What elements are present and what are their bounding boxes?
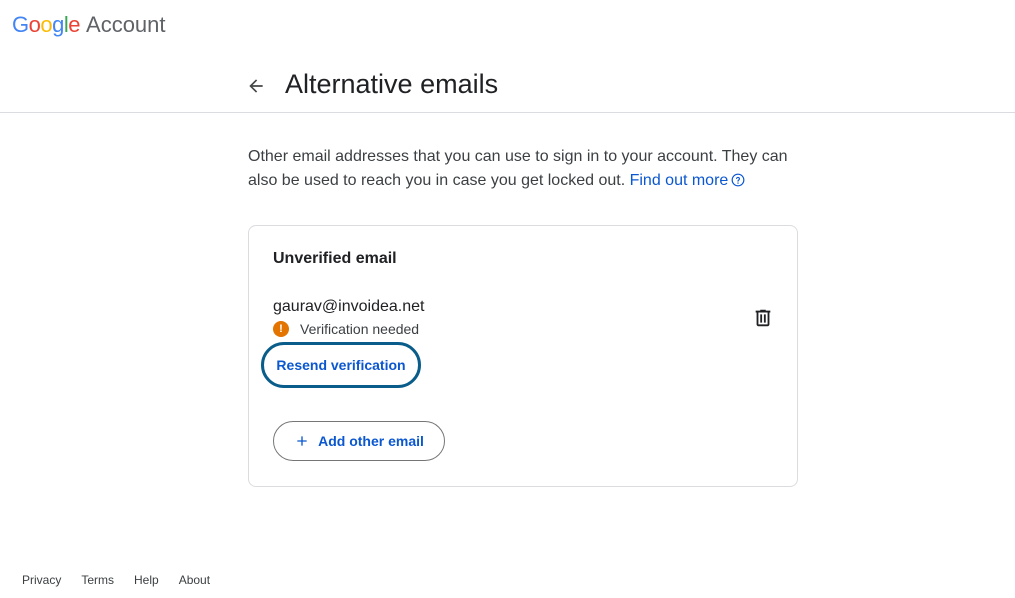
arrow-left-icon — [249, 79, 263, 93]
unverified-email-card: Unverified email gaurav@invoidea.net ! V… — [248, 225, 798, 487]
resend-verification-button[interactable]: Resend verification — [261, 342, 421, 388]
footer-link-privacy[interactable]: Privacy — [22, 573, 61, 587]
logo-letter: o — [40, 12, 53, 37]
footer-link-terms[interactable]: Terms — [81, 573, 114, 587]
email-address: gaurav@invoidea.net — [273, 298, 425, 315]
logo-letter: e — [68, 12, 81, 37]
verification-status: ! Verification needed — [273, 321, 419, 337]
trash-icon — [755, 309, 771, 327]
page-description: Other email addresses that you can use t… — [248, 145, 808, 193]
add-other-email-label: Add other email — [318, 433, 424, 449]
find-out-more-label: Find out more — [629, 172, 729, 189]
delete-email-button[interactable] — [749, 304, 777, 332]
product-name: Account — [86, 12, 166, 37]
warning-icon: ! — [273, 321, 289, 337]
page-title: Alternative emails — [285, 69, 499, 99]
footer-link-about[interactable]: About — [179, 573, 210, 587]
find-out-more-link[interactable]: Find out more — [630, 172, 746, 189]
back-button[interactable] — [238, 68, 274, 104]
card-title: Unverified email — [273, 250, 397, 267]
plus-icon — [294, 433, 310, 449]
logo-letter: g — [52, 12, 64, 37]
logo-letter: G — [12, 12, 29, 37]
footer-link-help[interactable]: Help — [134, 573, 159, 587]
verification-status-text: Verification needed — [300, 321, 420, 337]
add-other-email-button[interactable]: Add other email — [273, 421, 445, 461]
help-circle-icon — [731, 173, 745, 187]
logo-letter: o — [28, 12, 41, 37]
google-wordmark: Google — [12, 12, 81, 38]
footer-links: Privacy Terms Help About — [22, 573, 210, 587]
google-account-logo[interactable]: Google Account — [12, 12, 166, 40]
page-header: Alternative emails — [0, 56, 1015, 113]
